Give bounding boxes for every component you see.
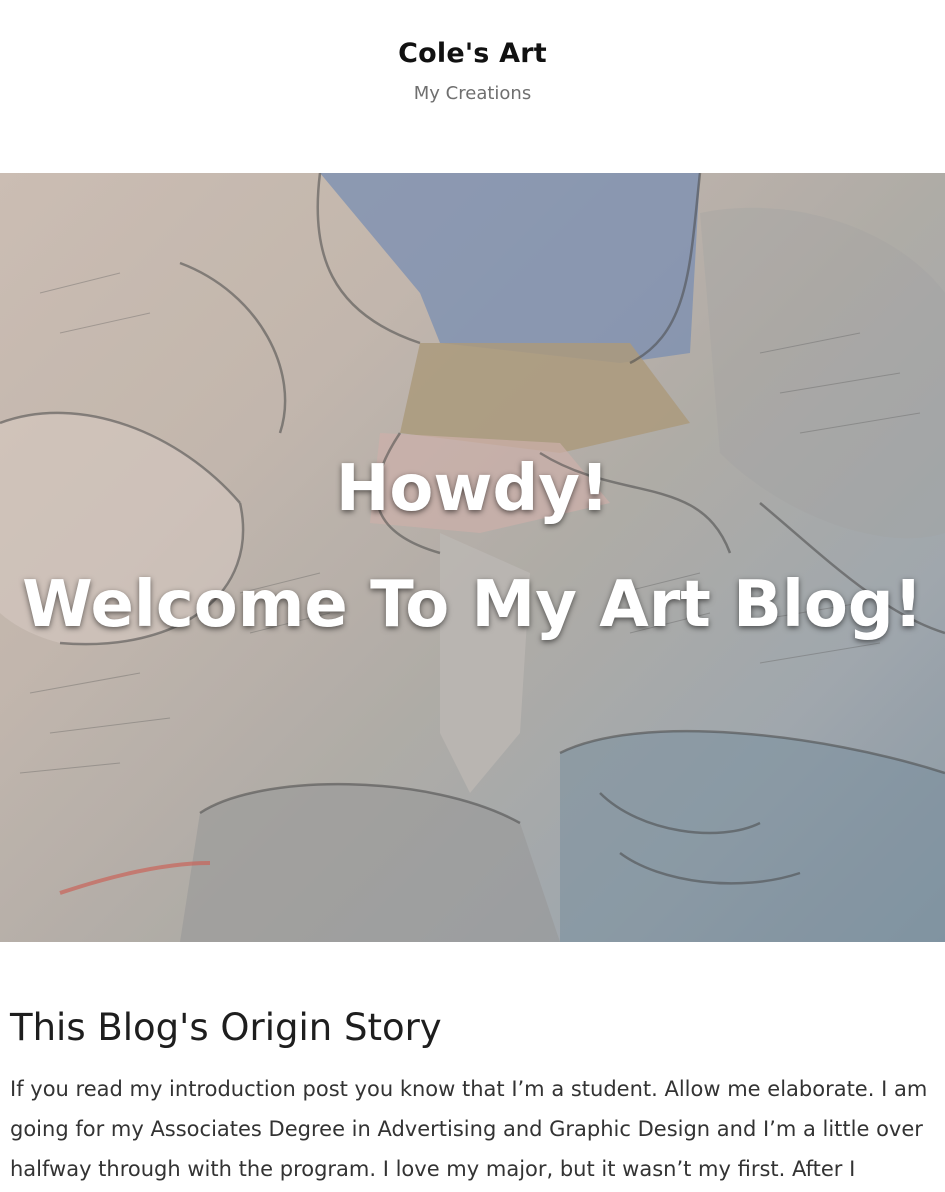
blog-post: This Blog's Origin Story If you read my … xyxy=(10,1007,935,1189)
site-title[interactable]: Cole's Art xyxy=(0,38,945,69)
post-title[interactable]: This Blog's Origin Story xyxy=(10,1007,935,1049)
main-content: This Blog's Origin Story If you read my … xyxy=(0,942,945,1189)
hero-heading-line2: Welcome To My Art Blog! xyxy=(22,568,923,642)
site-header: Cole's Art My Creations xyxy=(0,0,945,173)
site-tagline: My Creations xyxy=(413,83,532,104)
hero-heading: Howdy! Welcome To My Art Blog! xyxy=(0,457,945,637)
hero-banner: Howdy! Welcome To My Art Blog! xyxy=(0,173,945,942)
hero-heading-line1: Howdy! xyxy=(335,452,610,526)
post-body: If you read my introduction post you kno… xyxy=(10,1076,928,1181)
